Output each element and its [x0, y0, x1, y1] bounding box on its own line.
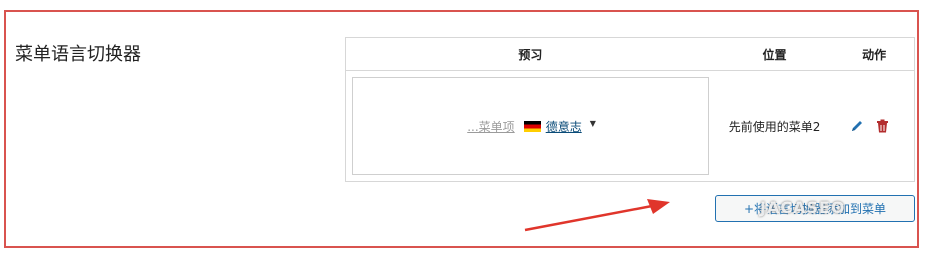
pointer-arrow — [524, 199, 670, 232]
column-header-preview: 预习 — [345, 37, 715, 71]
dropdown-caret-icon[interactable]: ▼ — [590, 119, 596, 128]
ellipsis-menu-item[interactable]: ...菜单项 — [467, 118, 514, 135]
actions-cell — [834, 119, 914, 133]
table-row: ...菜单项 德意志 ▼ 先前使用的菜单2 — [346, 71, 915, 182]
language-switcher-table: 预习 位置 动作 ...菜单项 德意志 ▼ 先前使用的菜单2 — [345, 37, 915, 182]
column-header-location: 位置 — [714, 37, 835, 71]
german-flag-icon — [523, 120, 541, 132]
table-header-row: 预习 位置 动作 — [345, 37, 915, 71]
actions-cell-wrapper — [834, 71, 914, 182]
delete-trash-icon[interactable] — [876, 119, 889, 133]
language-link[interactable]: 德意志 — [546, 118, 582, 135]
column-header-actions: 动作 — [834, 37, 915, 71]
preview-cell: ...菜单项 德意志 ▼ — [346, 71, 715, 182]
menu-preview-box: ...菜单项 德意志 ▼ — [352, 77, 709, 175]
section-title: 菜单语言切换器 — [15, 44, 141, 65]
location-cell: 先前使用的菜单2 — [728, 119, 821, 134]
edit-pencil-icon[interactable] — [850, 119, 864, 133]
add-switcher-to-menu-button[interactable]: +将语言切换器添加到菜单 — [715, 195, 915, 222]
